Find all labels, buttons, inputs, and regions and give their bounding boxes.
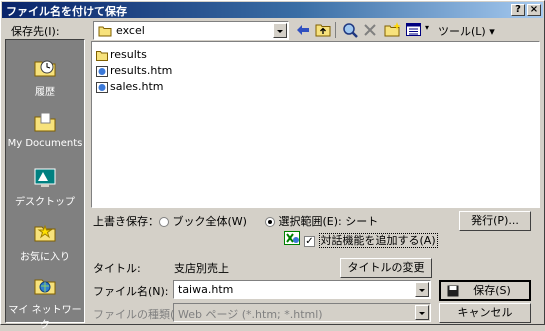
my-network-icon (34, 279, 56, 295)
new-folder-icon[interactable] (384, 22, 401, 37)
favorites-icon (34, 224, 56, 242)
save-disk-icon (447, 285, 459, 297)
chevron-down-icon (415, 305, 429, 320)
change-title-button[interactable]: タイトルの変更(C)... (340, 258, 432, 291)
chevron-down-icon[interactable] (415, 282, 429, 297)
place-desktop[interactable]: デスクトップ (6, 166, 84, 208)
overwrite-label: 上書き保存： (93, 215, 159, 228)
views-dropdown-icon[interactable]: ▾ (425, 23, 429, 32)
delete-icon[interactable] (363, 23, 377, 37)
save-in-label: 保存先(I): (11, 25, 60, 38)
place-history[interactable]: 履歴 (6, 56, 84, 98)
place-my-documents[interactable]: My Documents (6, 111, 84, 149)
history-icon (34, 60, 56, 77)
folder-icon (98, 26, 112, 37)
place-label: お気に入り (20, 252, 70, 263)
htm-file-icon (96, 65, 108, 77)
my-documents-icon (34, 112, 56, 132)
views-icon[interactable] (406, 23, 421, 36)
save-in-combo[interactable]: excel (93, 21, 289, 40)
excel-web-icon (284, 231, 300, 245)
filetype-value: Web ページ (*.htm; *.html) (178, 308, 323, 321)
places-bar: 履歴 My Documents デスクトップ お気に入り マイ ネットワーク (5, 39, 85, 331)
place-label: デスクトップ (15, 197, 75, 208)
filename-input[interactable]: taiwa.htm (173, 280, 431, 299)
folder-icon (96, 50, 108, 61)
publish-button[interactable]: 発行(P)... (459, 211, 531, 231)
radio-selection[interactable]: 選択範囲(E): シート (265, 213, 378, 229)
interactive-checkbox[interactable]: ✓ 対話機能を追加する(A) (304, 232, 438, 248)
title-value: 支店別売上 (174, 262, 229, 275)
radio-selection-input[interactable] (265, 217, 275, 227)
save-as-dialog: ファイル名を付けて保存 ? × 保存先(I): excel ▾ ツール(L) ▾ (0, 0, 545, 331)
radio-whole-book[interactable]: ブック全体(W) (159, 213, 247, 229)
filetype-select: Web ページ (*.htm; *.html) (173, 303, 431, 322)
help-button[interactable]: ? (511, 4, 525, 16)
window-title: ファイル名を付けて保存 (6, 5, 127, 18)
htm-file-icon (96, 81, 108, 93)
close-button[interactable]: × (527, 4, 541, 16)
file-list[interactable]: results results.htm sales.htm (91, 41, 540, 208)
cancel-button[interactable]: キャンセル (439, 303, 531, 323)
file-name: sales.htm (110, 80, 164, 93)
list-item[interactable]: results.htm (96, 63, 172, 78)
title-label: タイトル: (93, 262, 141, 275)
save-in-value: excel (116, 24, 145, 37)
chevron-down-icon[interactable] (273, 23, 287, 38)
list-item[interactable]: sales.htm (96, 79, 164, 94)
back-icon[interactable] (296, 24, 310, 36)
list-item[interactable]: results (96, 47, 147, 62)
search-web-icon[interactable] (342, 22, 358, 38)
place-label: マイ ネットワーク (8, 305, 82, 331)
place-label: 履歴 (35, 87, 55, 98)
radio-whole-book-input[interactable] (159, 217, 169, 227)
save-button[interactable]: 保存(S) (439, 280, 531, 301)
toolbar-separator (335, 22, 336, 38)
place-label: My Documents (7, 138, 83, 149)
desktop-icon (34, 168, 56, 187)
place-my-network[interactable]: マイ ネットワーク (6, 274, 84, 331)
file-name: results (110, 48, 147, 61)
filename-label: ファイル名(N): (93, 285, 169, 298)
interactive-checkbox-input[interactable]: ✓ (304, 235, 315, 247)
file-name: results.htm (110, 64, 173, 77)
filename-value: taiwa.htm (178, 283, 234, 296)
up-folder-icon[interactable] (315, 22, 331, 37)
tools-menu[interactable]: ツール(L) ▾ (438, 23, 495, 39)
place-favorites[interactable]: お気に入り (6, 221, 84, 263)
title-bar[interactable]: ファイル名を付けて保存 ? × (2, 2, 543, 18)
